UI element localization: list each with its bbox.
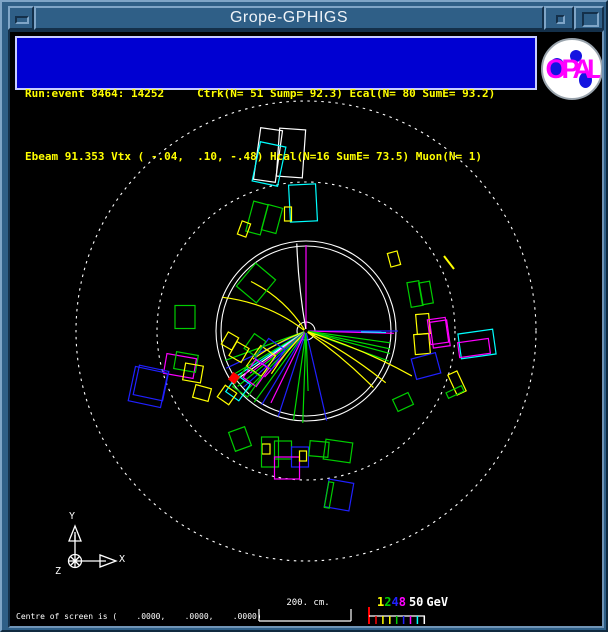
axis-z-label: Z [55, 566, 61, 577]
axis-x-label: X [119, 554, 125, 565]
banner-line1: Run:event 8464: 14252 Ctrk(N= 51 Sump= 9… [25, 83, 535, 104]
opal-logo-text: OPAL [543, 40, 601, 98]
window-title: Grope-GPHIGS [34, 6, 544, 30]
scale-bar [259, 609, 351, 621]
legend-energy-value: GeV [426, 595, 448, 609]
axis-gnomon [69, 526, 117, 568]
energy-legend-comb [369, 607, 425, 624]
maximize-button[interactable] [574, 6, 604, 30]
legend-energy-value: 50 [409, 595, 423, 609]
axis-y-label: Y [69, 511, 75, 522]
maximize-icon [582, 12, 599, 27]
iconify-button[interactable] [544, 6, 574, 30]
opal-logo: OPAL [541, 38, 602, 100]
application-window: Grope-GPHIGS Run:event 8464: 14252 Ctrk(… [0, 0, 608, 632]
window-menu-icon [15, 16, 29, 24]
iconify-icon [556, 15, 565, 24]
legend-energy-value: 1 [377, 595, 384, 609]
event-display-canvas[interactable]: Run:event 8464: 14252 Ctrk(N= 51 Sump= 9… [10, 32, 602, 626]
muon-segment [444, 256, 454, 269]
legend-energy-value: 8 [399, 595, 406, 609]
run-event-banner: Run:event 8464: 14252 Ctrk(N= 51 Sump= 9… [15, 36, 537, 90]
centre-of-screen-text: Centre of screen is ( .0000, .0000, .000… [16, 612, 262, 621]
banner-line2: Ebeam 91.353 Vtx ( -.04, .10, -.48) Hcal… [25, 146, 535, 167]
scale-bar-label: 200. cm. [262, 598, 354, 608]
legend-energy-value: 4 [391, 595, 398, 609]
window-menu-button[interactable] [8, 6, 34, 30]
titlebar[interactable]: Grope-GPHIGS [8, 6, 604, 30]
legend-energy-value: 2 [384, 595, 391, 609]
energy-legend-labels: 124850GeV [377, 595, 448, 609]
